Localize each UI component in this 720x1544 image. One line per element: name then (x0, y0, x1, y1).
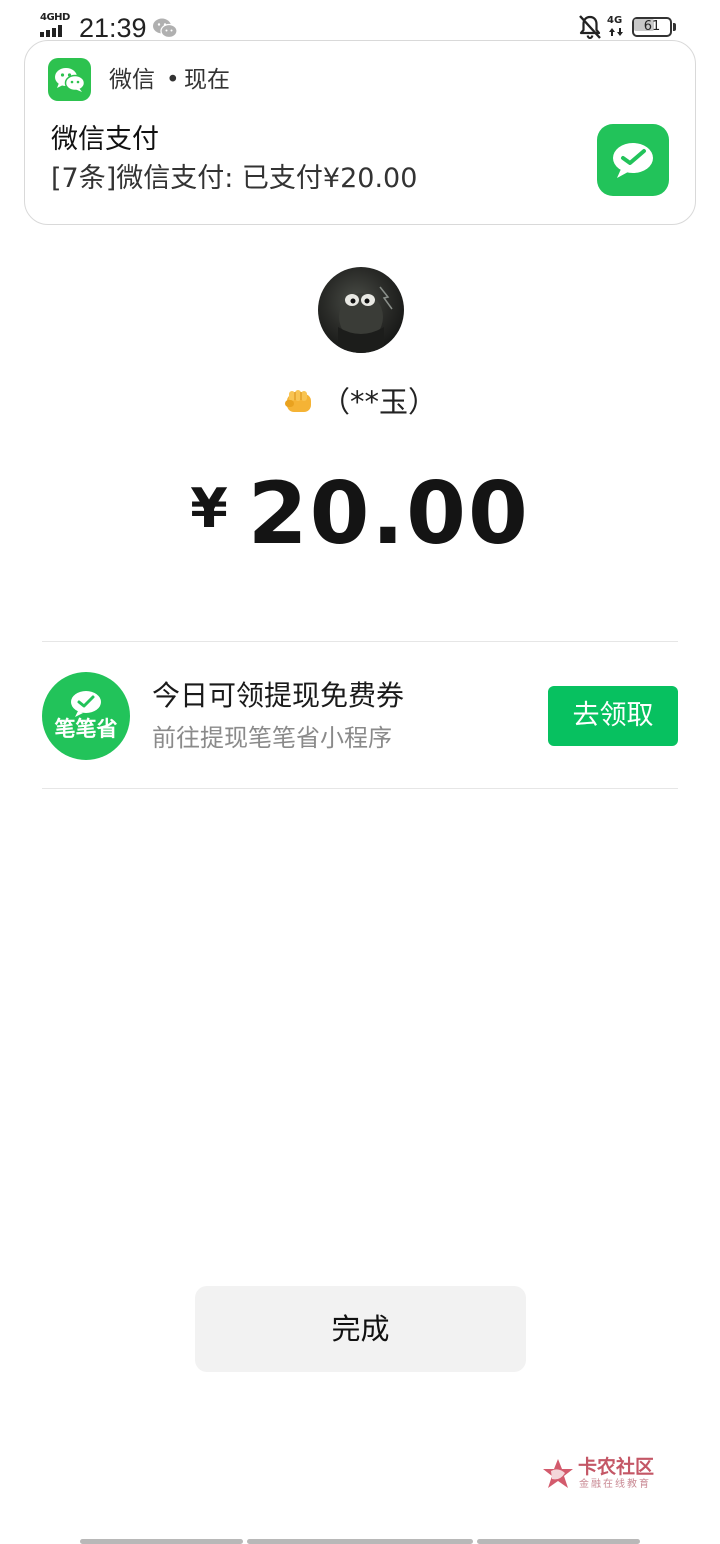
divider (42, 788, 678, 789)
payee-name: （**玉） (320, 385, 437, 419)
promo-subtitle: 前往提现笔笔省小程序 (152, 724, 392, 752)
wechat-icon (48, 58, 91, 101)
kanong-logo-icon (543, 1459, 573, 1488)
fist-icon (284, 390, 311, 412)
notification-body: [7条]微信支付: 已支付¥20.00 (51, 163, 418, 194)
nav-bar-segment (247, 1539, 473, 1544)
battery-level: 61 (643, 19, 661, 34)
amount-currency: ¥ (190, 477, 228, 540)
battery-icon: 61 (632, 17, 678, 39)
wechat-pay-notification[interactable]: 微信 • 现在 微信支付 [7条]微信支付: 已支付¥20.00 (24, 40, 696, 225)
notification-separator: • (166, 67, 180, 93)
payment-amount: ¥20.00 (0, 464, 720, 564)
payee-row: （**玉） (0, 380, 720, 424)
payee-avatar (318, 267, 404, 353)
kanong-watermark: 卡农社区 金融在线教育 (540, 1455, 670, 1497)
done-button[interactable]: 完成 (195, 1286, 526, 1372)
network-type-label: 4GHD (40, 12, 70, 23)
nav-bar-segment (80, 1539, 243, 1544)
signal-icon: 4GHD (40, 13, 72, 39)
mute-icon (579, 15, 601, 40)
watermark-title: 卡农社区 (578, 1456, 655, 1478)
wechat-status-icon (153, 18, 178, 39)
nav-bar-segment (477, 1539, 640, 1544)
wechat-pay-icon (597, 124, 669, 196)
notification-title: 微信支付 (51, 124, 159, 155)
bibisheng-logo-text: 笔笔省 (54, 717, 118, 741)
mobile-data-icon: 4G (606, 15, 626, 39)
divider (42, 641, 678, 642)
promo-title: 今日可领提现免费券 (152, 679, 405, 712)
notification-app-name: 微信 (109, 67, 155, 93)
amount-value: 20.00 (247, 464, 530, 564)
mobile-data-label: 4G (607, 15, 623, 26)
notification-time: 现在 (184, 67, 230, 93)
watermark-subtitle: 金融在线教育 (579, 1479, 651, 1490)
bibisheng-logo[interactable]: 笔笔省 (42, 672, 130, 760)
claim-coupon-button[interactable]: 去领取 (548, 686, 678, 746)
